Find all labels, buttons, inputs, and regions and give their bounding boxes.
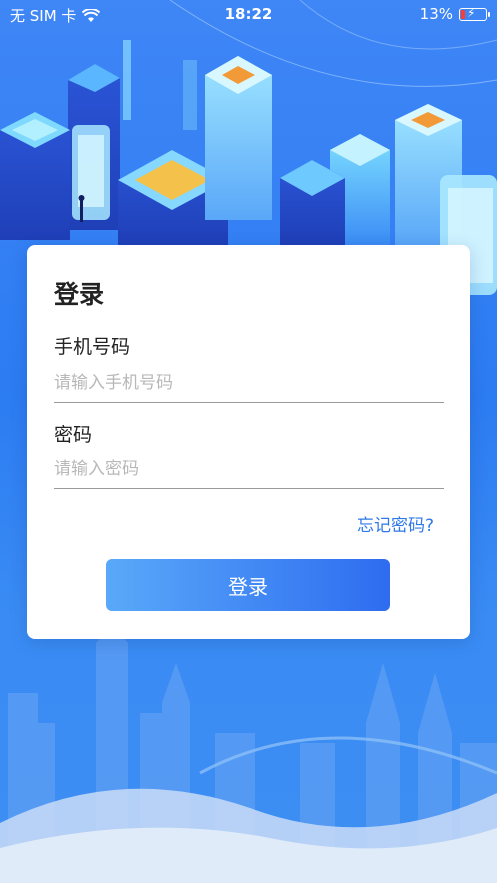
forgot-password-link[interactable]: 忘记密码?: [357, 511, 434, 536]
login-card: 登录 手机号码 密码 忘记密码? 登录: [27, 245, 470, 639]
password-label: 密码: [54, 424, 93, 446]
phone-input[interactable]: [54, 363, 444, 403]
battery-icon: ⚡: [459, 6, 490, 21]
login-title: 登录: [54, 280, 105, 309]
phone-label: 手机号码: [54, 336, 131, 358]
battery-percent: 13%: [419, 5, 453, 23]
login-button[interactable]: 登录: [106, 559, 390, 611]
status-bar: 无 SIM 卡 18:22 13% ⚡: [0, 0, 497, 28]
password-input[interactable]: [54, 449, 444, 489]
skyline-illustration: [0, 625, 497, 883]
